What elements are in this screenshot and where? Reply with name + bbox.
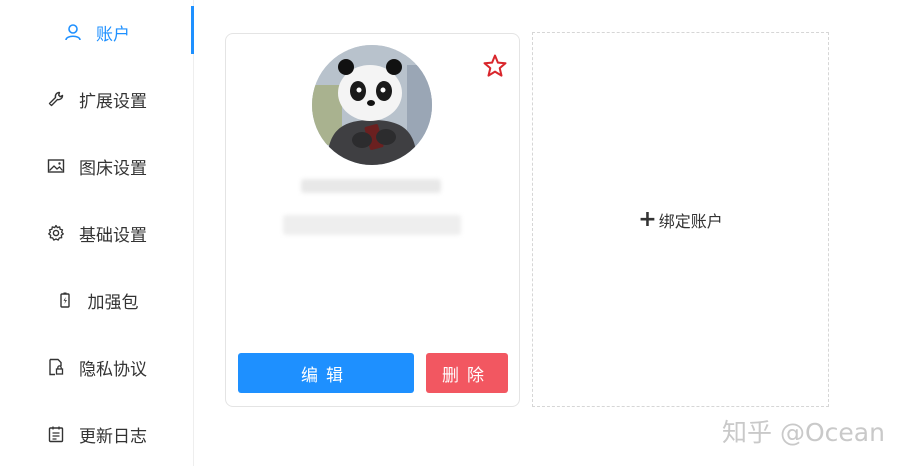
sidebar-item-boost-pack[interactable]: 加强包 [0, 280, 192, 320]
redacted-account-name [301, 179, 441, 193]
edit-button[interactable]: 编辑 [238, 353, 414, 393]
sidebar-item-privacy[interactable]: 隐私协议 [0, 347, 192, 387]
sidebar-item-label: 扩展设置 [79, 91, 147, 112]
sidebar-item-label: 隐私协议 [79, 359, 147, 380]
sidebar-item-label: 加强包 [87, 292, 139, 313]
sidebar-item-label: 账户 [96, 24, 130, 45]
sidebar: 账户 扩展设置 图床设置 基础设置 加强包 隐私协议 更新日志 [0, 0, 194, 466]
user-icon [62, 21, 84, 43]
sidebar-item-basic-settings[interactable]: 基础设置 [0, 213, 192, 253]
document-lock-icon [45, 356, 67, 378]
gear-icon [45, 222, 67, 244]
plus-icon: + [638, 207, 657, 232]
account-card: 编辑 删除 [225, 33, 520, 407]
sidebar-item-label: 基础设置 [79, 225, 147, 246]
image-icon [45, 155, 67, 177]
sidebar-item-label: 更新日志 [79, 426, 147, 447]
sidebar-item-extensions[interactable]: 扩展设置 [0, 79, 192, 119]
delete-button[interactable]: 删除 [426, 353, 508, 393]
battery-icon [54, 289, 76, 311]
watermark: 知乎 @Ocean [722, 418, 885, 447]
sidebar-item-image-hosting[interactable]: 图床设置 [0, 146, 192, 186]
sidebar-item-changelog[interactable]: 更新日志 [0, 414, 192, 454]
sidebar-item-label: 图床设置 [79, 158, 147, 179]
wrench-icon [45, 88, 67, 110]
sidebar-item-account[interactable]: 账户 [0, 12, 192, 52]
bind-account-label: 绑定账户 [658, 211, 723, 231]
redacted-account-id [283, 215, 461, 235]
bind-account-card[interactable]: + 绑定账户 [532, 32, 829, 407]
calendar-icon [45, 423, 67, 445]
avatar [312, 45, 432, 165]
star-icon[interactable] [482, 53, 508, 79]
